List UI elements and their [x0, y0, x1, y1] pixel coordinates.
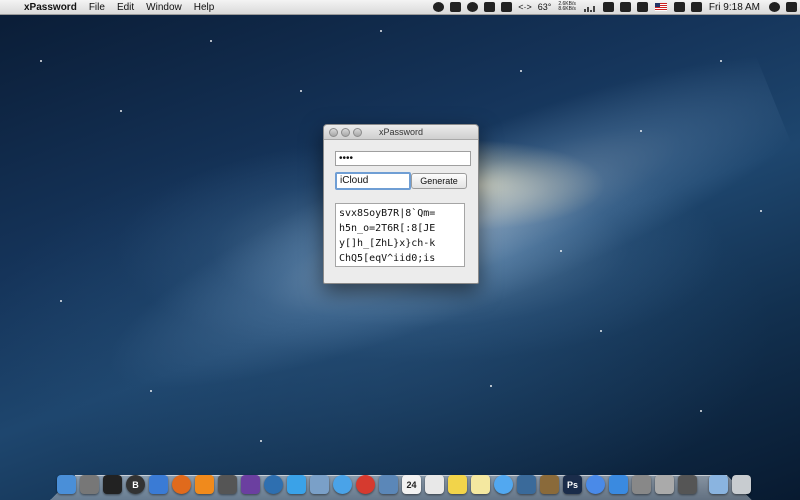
star	[560, 250, 562, 252]
calendar-icon[interactable]: 24	[402, 475, 421, 494]
omnifocus-icon[interactable]	[241, 475, 260, 494]
preview-icon[interactable]	[310, 475, 329, 494]
dock: B 24 Ps	[57, 470, 755, 494]
pencil-app-icon[interactable]	[149, 475, 168, 494]
star	[520, 70, 522, 72]
folder-icon[interactable]	[709, 475, 728, 494]
menu-file[interactable]: File	[89, 2, 105, 13]
notification-center-icon[interactable]	[786, 2, 797, 12]
menu-edit[interactable]: Edit	[117, 2, 134, 13]
stickies-icon[interactable]	[448, 475, 467, 494]
battery-icon[interactable]	[690, 2, 702, 12]
generate-button[interactable]: Generate	[411, 173, 467, 189]
weather-temperature[interactable]: 63°	[538, 2, 552, 12]
location-icon[interactable]	[433, 2, 445, 12]
terminal-icon[interactable]	[103, 475, 122, 494]
dropbox-icon[interactable]	[484, 2, 496, 12]
star	[210, 40, 212, 42]
minimize-button[interactable]	[341, 128, 350, 137]
keyboard-icon[interactable]	[501, 2, 513, 12]
facetime-icon[interactable]	[517, 475, 536, 494]
window-title: xPassword	[378, 127, 423, 137]
window-titlebar[interactable]: xPassword	[324, 125, 478, 140]
password-line: svx8SoyB7R|8`Qm=	[339, 208, 436, 219]
star	[300, 90, 302, 92]
utility-icon[interactable]	[655, 475, 674, 494]
xpassword-window: xPassword •••• iCloud Generate svx8SoyB7…	[323, 124, 479, 284]
bbedit-icon[interactable]: B	[126, 475, 145, 494]
twitter-icon[interactable]	[287, 475, 306, 494]
notes-icon[interactable]	[471, 475, 490, 494]
volume-icon[interactable]	[673, 2, 685, 12]
star	[60, 300, 62, 302]
cpu-meter-icon[interactable]	[583, 2, 596, 12]
wifi-icon[interactable]	[636, 2, 648, 12]
globe-app-icon[interactable]	[264, 475, 283, 494]
star	[380, 30, 382, 32]
firefox-icon[interactable]	[172, 475, 191, 494]
trash-icon[interactable]	[732, 475, 751, 494]
app-menu[interactable]: xPassword	[24, 2, 77, 13]
menu-window[interactable]: Window	[146, 2, 182, 13]
network-speed[interactable]: 2.6KB/s 8.6KB/s	[558, 2, 576, 12]
chrome-icon[interactable]	[356, 475, 375, 494]
star	[760, 210, 762, 212]
time-machine-icon[interactable]	[602, 2, 614, 12]
password-line: h5n_o=2T6R[:8[JE	[339, 223, 436, 234]
master-password-field[interactable]: ••••	[335, 151, 471, 166]
xampp-icon[interactable]	[195, 475, 214, 494]
messages-icon[interactable]	[494, 475, 513, 494]
calculator-icon[interactable]	[218, 475, 237, 494]
finder-icon[interactable]	[57, 475, 76, 494]
twitter-status-icon[interactable]	[450, 2, 462, 12]
star	[490, 385, 492, 387]
photoshop-icon[interactable]: Ps	[563, 475, 582, 494]
input-source-flag-icon[interactable]	[654, 3, 667, 11]
close-button[interactable]	[329, 128, 338, 137]
star	[700, 410, 702, 412]
star	[720, 60, 722, 62]
star	[120, 110, 122, 112]
system-preferences-icon[interactable]	[632, 475, 651, 494]
safari-icon[interactable]	[333, 475, 352, 494]
window-controls	[329, 128, 365, 137]
star	[600, 330, 602, 332]
sync-icon[interactable]: <·>	[518, 2, 532, 12]
appstore-icon[interactable]	[609, 475, 628, 494]
password-line: ChQ5[eqV^iid0;is	[339, 253, 436, 264]
menu-help[interactable]: Help	[194, 2, 215, 13]
evernote-icon[interactable]	[467, 2, 479, 12]
spotlight-icon[interactable]	[769, 2, 780, 12]
site-name-field[interactable]: iCloud	[335, 172, 411, 190]
itunes-icon[interactable]	[586, 475, 605, 494]
textedit-icon[interactable]	[425, 475, 444, 494]
star	[40, 60, 42, 62]
status-area: <·> 63° 2.6KB/s 8.6KB/s Fri 9:18 AM	[430, 0, 800, 14]
bluetooth-icon[interactable]	[619, 2, 631, 12]
generated-password-box[interactable]: svx8SoyB7R|8`Qm= h5n_o=2T6R[:8[JE y[]h_[…	[335, 203, 465, 267]
clock[interactable]: Fri 9:18 AM	[709, 2, 760, 13]
photo-app-icon[interactable]	[540, 475, 559, 494]
star	[640, 130, 642, 132]
mail-icon[interactable]	[379, 475, 398, 494]
launchpad-icon[interactable]	[80, 475, 99, 494]
star	[260, 440, 262, 442]
menu-bar: xPassword File Edit Window Help <·> 63° …	[0, 0, 800, 15]
password-line: y[]h_[ZhL}x}ch-k	[339, 238, 436, 249]
star	[150, 390, 152, 392]
desktop: xPassword File Edit Window Help <·> 63° …	[0, 0, 800, 500]
lock-icon[interactable]	[678, 475, 697, 494]
network-download: 8.6KB/s	[558, 6, 576, 12]
zoom-button[interactable]	[353, 128, 362, 137]
